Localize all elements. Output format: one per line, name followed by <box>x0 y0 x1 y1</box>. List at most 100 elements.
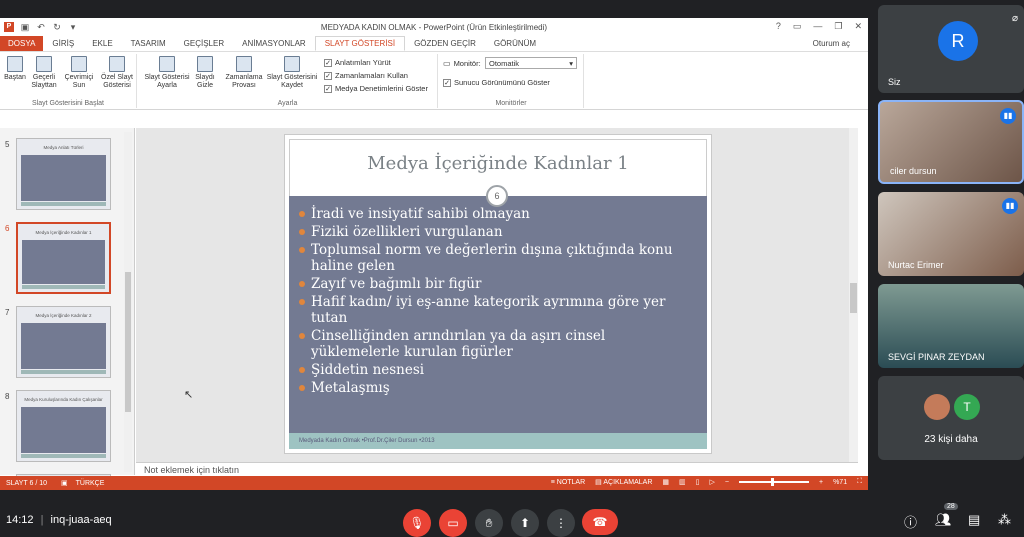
more-options-button[interactable]: ⋮ <box>547 509 575 537</box>
group-label-monitors: Monitörler <box>495 100 527 107</box>
present-button[interactable]: ⬆ <box>511 509 539 537</box>
slide-content-box[interactable]: İradi ve insiyatif sahibi olmayan Fiziki… <box>289 196 707 436</box>
slide-canvas[interactable]: Medya İçeriğinde Kadınlar 1 6 İradi ve i… <box>284 134 712 454</box>
ribbon-options-icon[interactable]: ▭ <box>793 21 802 32</box>
undo-icon[interactable]: ↶ <box>36 22 46 32</box>
slide-edit-area: Medya İçeriğinde Kadınlar 1 6 İradi ve i… <box>136 128 858 462</box>
use-timings-label: Zamanlamaları Kullan <box>335 71 408 80</box>
from-current-button[interactable]: Geçerli Slayttan <box>28 56 60 90</box>
custom-slideshow-button[interactable]: Özel Slayt Gösterisi <box>98 56 136 90</box>
custom-slideshow-label-2: Gösterisi <box>103 82 131 89</box>
customize-quick-access-icon[interactable]: ▾ <box>68 22 78 32</box>
from-current-label-1: Geçerli <box>32 74 56 81</box>
ribbon: Baştan Geçerli Slayttan Çevrimiçi Sun Öz… <box>0 52 868 110</box>
slideshow-view-icon[interactable]: ▷ <box>710 478 715 486</box>
language-indicator[interactable]: TÜRKÇE <box>76 480 105 487</box>
scrollbar-thumb[interactable] <box>125 272 131 412</box>
save-icon[interactable]: ▣ <box>20 22 30 32</box>
participant-tile[interactable]: ▮▮ ciler dursun <box>878 100 1024 184</box>
mic-toggle-button[interactable]: 🎙︎ <box>403 509 431 537</box>
tab-transitions[interactable]: GEÇİŞLER <box>175 36 233 51</box>
slide-thumbnail[interactable]: Medya Kuruluşlarında Kadın Çalışanlar <box>16 390 111 462</box>
comments-toggle[interactable]: ▤ AÇIKLAMALAR <box>595 478 652 486</box>
raise-hand-button[interactable]: ✋︎ <box>475 509 503 537</box>
camera-toggle-button[interactable]: ▭ <box>439 509 467 537</box>
normal-view-icon[interactable]: ▦ <box>662 478 669 486</box>
show-media-controls-checkbox[interactable]: ✓ Medya Denetimlerini Göster <box>324 84 428 93</box>
present-online-button[interactable]: Çevrimiçi Sun <box>62 56 96 90</box>
bullet-item: Cinselliğinden arındırılan ya da aşırı c… <box>299 328 697 360</box>
slide-scrollbar[interactable] <box>849 128 858 462</box>
tab-file[interactable]: DOSYA <box>0 36 44 51</box>
more-participants-tile[interactable]: T 23 kişi daha <box>878 376 1024 460</box>
participant-tile[interactable]: SEVGİ PINAR ZEYDAN <box>878 284 1024 368</box>
spellcheck-icon[interactable]: ▣ <box>61 479 68 487</box>
minimize-icon[interactable]: — <box>813 21 822 32</box>
bullet-item: Fiziki özellikleri vurgulanan <box>299 224 697 240</box>
ribbon-group-start: Baştan Geçerli Slayttan Çevrimiçi Sun Öz… <box>0 54 137 108</box>
tab-insert[interactable]: EKLE <box>83 36 121 51</box>
zoom-slider[interactable] <box>738 478 809 486</box>
chat-icon[interactable]: ▤ <box>968 512 980 528</box>
use-timings-checkbox[interactable]: ✓ Zamanlamaları Kullan <box>324 71 408 80</box>
thumb-title: Medya Kuruluşlarında Kadın Çalışanlar <box>24 397 103 402</box>
tab-animations[interactable]: ANİMASYONLAR <box>233 36 315 51</box>
zoom-in-icon[interactable]: + <box>819 479 823 486</box>
presenter-view-checkbox[interactable]: ✓ Sunucu Görünümünü Göster <box>443 78 550 87</box>
rehearse-timings-button[interactable]: Zamanlama Provası <box>222 56 266 90</box>
tab-slideshow[interactable]: SLAYT GÖSTERİSİ <box>314 36 406 51</box>
close-icon[interactable]: ✕ <box>854 21 862 32</box>
tab-view[interactable]: GÖRÜNÜM <box>485 36 545 51</box>
hide-slide-button[interactable]: Slaydı Gizle <box>190 56 220 90</box>
slide-title[interactable]: Medya İçeriğinde Kadınlar 1 <box>285 153 711 174</box>
slide-thumbnails-pane: 5 Medya Anlatı Türleri 6 Medya İçeriğind… <box>0 128 135 486</box>
thumb-body <box>21 155 106 201</box>
record-slideshow-button[interactable]: Slayt Gösterisini Kaydet <box>266 56 318 90</box>
play-narrations-checkbox[interactable]: ✓ Anlatımları Yürüt <box>324 58 391 67</box>
window-title: MEDYADA KADIN OLMAK - PowerPoint (Ürün E… <box>320 22 548 32</box>
group-label-start: Slayt Gösterisini Başlat <box>32 100 104 107</box>
thumb-footer <box>21 370 106 374</box>
info-icon[interactable]: ⓘ <box>904 512 917 531</box>
notes-toggle[interactable]: ≡ NOTLAR <box>551 479 585 486</box>
zoom-out-icon[interactable]: − <box>725 479 729 486</box>
self-tile: R Siz ⌀ <box>878 5 1024 93</box>
sorter-view-icon[interactable]: ▥ <box>679 478 686 486</box>
notes-toggle-label: NOTLAR <box>556 478 586 486</box>
zoom-slider-knob[interactable] <box>770 478 774 486</box>
people-icon[interactable]: 👥︎ <box>935 512 952 528</box>
tab-home[interactable]: GİRİŞ <box>43 36 83 51</box>
activities-icon[interactable]: ⁂ <box>998 512 1011 528</box>
fit-to-window-icon[interactable]: ⛶ <box>857 478 862 486</box>
setup-slideshow-button[interactable]: Slayt Gösterisi Ayarla <box>142 56 192 90</box>
monitor-label: Monitör: <box>453 59 481 68</box>
bullet-item: Şiddetin nesnesi <box>299 362 697 378</box>
hide-slide-label-2: Gizle <box>197 82 213 89</box>
people-count-badge: 28 <box>944 503 958 510</box>
tab-design[interactable]: TASARIM <box>122 36 175 51</box>
checkbox-checked-icon: ✓ <box>324 58 332 67</box>
redo-icon[interactable]: ↻ <box>52 22 62 32</box>
thumbnails-scrollbar[interactable] <box>124 132 132 472</box>
slide-thumbnail[interactable]: Medya Anlatı Türleri <box>16 138 111 210</box>
slide-number-badge: 6 <box>486 185 508 207</box>
from-beginning-button[interactable]: Baştan <box>2 56 28 82</box>
zoom-level[interactable]: %71 <box>833 479 847 486</box>
play-narrations-label: Anlatımları Yürüt <box>335 58 391 67</box>
setup-label-1: Slayt Gösterisi <box>144 74 190 81</box>
scrollbar-thumb[interactable] <box>850 283 857 313</box>
sign-in-link[interactable]: Oturum aç <box>813 39 850 48</box>
speaking-indicator-icon: ▮▮ <box>1002 198 1018 214</box>
restore-icon[interactable]: ❐ <box>834 21 842 32</box>
powerpoint-logo-icon: P <box>4 22 14 32</box>
monitor-select[interactable]: Otomatik ▾ <box>485 57 577 69</box>
participant-tile[interactable]: ▮▮ Nurtac Erimer <box>878 192 1024 276</box>
powerpoint-window: P ▣ ↶ ↻ ▾ MEDYADA KADIN OLMAK - PowerPoi… <box>0 18 868 490</box>
slide-thumbnail[interactable]: Medya İçeriğinde Kadınlar 2 <box>16 306 111 378</box>
notes-pane[interactable]: Not eklemek için tıklatın <box>136 462 858 476</box>
reading-view-icon[interactable]: ▯ <box>696 478 700 486</box>
leave-call-button[interactable]: ☎ <box>582 509 618 535</box>
slide-thumbnail-selected[interactable]: Medya İçeriğinde Kadınlar 1 <box>16 222 111 294</box>
help-icon[interactable]: ? <box>776 21 781 32</box>
tab-review[interactable]: GÖZDEN GEÇİR <box>405 36 485 51</box>
